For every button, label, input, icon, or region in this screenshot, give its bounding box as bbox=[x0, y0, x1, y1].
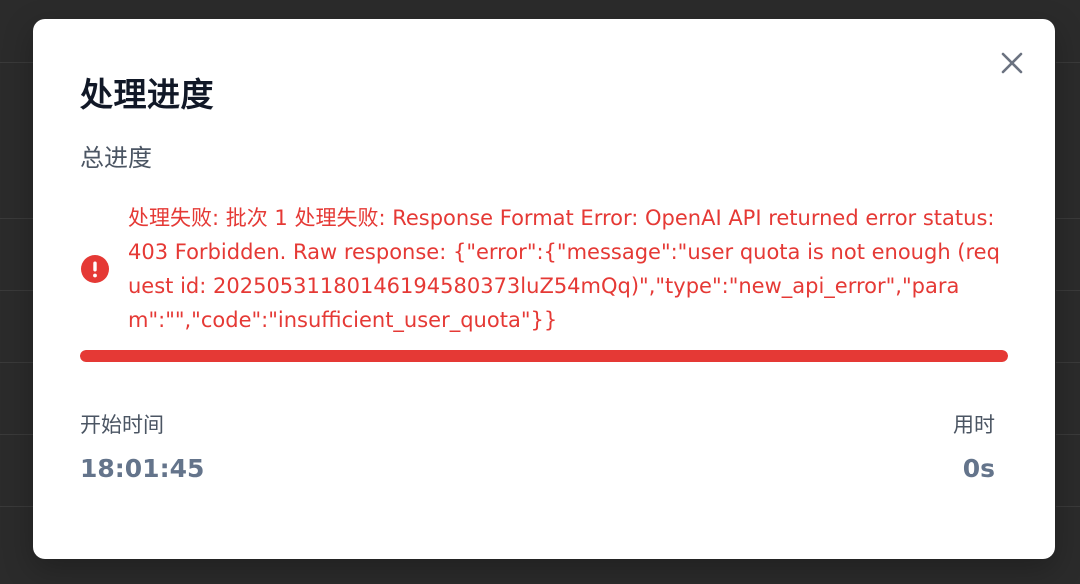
background-divider bbox=[1056, 290, 1080, 291]
error-message: 处理失败: 批次 1 处理失败: Response Format Error: … bbox=[128, 206, 1000, 332]
background-divider bbox=[1056, 362, 1080, 363]
start-time-label: 开始时间 bbox=[80, 413, 164, 437]
background-divider bbox=[0, 62, 34, 63]
background-divider bbox=[0, 434, 34, 435]
elapsed-time-value: 0s bbox=[962, 454, 995, 483]
error-message-row: 处理失败: 批次 1 处理失败: Response Format Error: … bbox=[80, 201, 1010, 337]
background-divider bbox=[0, 362, 34, 363]
progress-dialog: 处理进度 总进度 处理失败: 批次 1 处理失败: Response Forma… bbox=[33, 19, 1055, 559]
elapsed-time-label: 用时 bbox=[953, 413, 995, 437]
background-divider bbox=[0, 218, 34, 219]
dialog-title: 处理进度 bbox=[80, 75, 214, 114]
close-icon bbox=[1001, 52, 1023, 74]
background-divider bbox=[1056, 218, 1080, 219]
background-divider bbox=[1056, 434, 1080, 435]
overall-progress-label: 总进度 bbox=[80, 144, 152, 172]
background-divider bbox=[1056, 62, 1080, 63]
progress-bar bbox=[80, 350, 1008, 362]
start-time-value: 18:01:45 bbox=[80, 454, 205, 483]
progress-bar-fill bbox=[80, 350, 1008, 362]
close-button[interactable] bbox=[997, 48, 1027, 78]
background-divider bbox=[1056, 506, 1080, 507]
background-divider bbox=[0, 290, 34, 291]
background-divider bbox=[0, 506, 34, 507]
exclamation-circle-icon bbox=[80, 254, 110, 284]
